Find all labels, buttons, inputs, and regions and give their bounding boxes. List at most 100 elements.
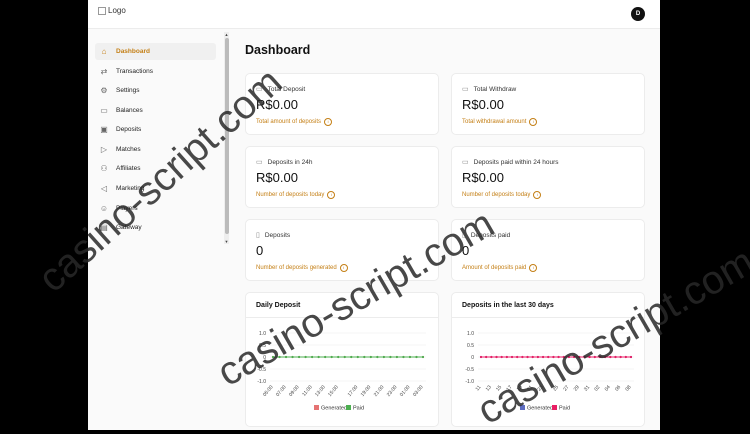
sidebar-item-label: Dashboard	[116, 48, 150, 55]
card-value: R$0.00	[256, 170, 298, 185]
info-icon[interactable]: i	[529, 118, 538, 126]
gear-icon: ⚙	[100, 86, 108, 95]
y-tick-label: 1.0	[259, 331, 266, 337]
data-point	[526, 355, 529, 359]
x-tick-label: 02	[593, 384, 601, 392]
scroll-down-icon[interactable]: ▼	[224, 239, 229, 244]
divider	[246, 317, 438, 318]
chart-title: Daily Deposit	[256, 302, 301, 309]
info-icon[interactable]: i	[533, 191, 542, 199]
sidebar-item-players[interactable]: ☺ Players	[95, 200, 216, 217]
data-point	[304, 355, 307, 359]
stat-card-deposits: ▯ Deposits 0 Number of deposits generated…	[245, 219, 439, 281]
y-tick-label: -0.5	[465, 367, 474, 373]
data-point	[593, 355, 596, 359]
data-point	[624, 355, 627, 359]
y-tick-label: -1.0	[465, 379, 474, 385]
sidebar-item-label: Gateway	[116, 224, 142, 231]
x-tick-label: 15:00	[327, 384, 340, 398]
sidebar-item-marketing[interactable]: ◁ Marketing	[95, 180, 216, 197]
x-tick-label: 21	[526, 384, 534, 392]
x-tick-label: 05:00	[262, 384, 275, 398]
stat-card-total-deposit: ▭ Total Deposit R$0.00 Total amount of de…	[245, 73, 439, 135]
legend-swatch	[346, 405, 351, 410]
y-tick-label: 0.5	[467, 343, 474, 349]
data-point	[531, 355, 534, 359]
data-point	[552, 355, 555, 359]
card-value: R$0.00	[462, 170, 504, 185]
transfer-icon: ⇄	[100, 67, 108, 76]
info-icon[interactable]: i	[324, 118, 333, 126]
logo[interactable]: Logo	[98, 6, 126, 15]
data-point	[583, 355, 586, 359]
data-point	[324, 355, 327, 359]
sidebar-scrollbar[interactable]: ▲ ▼	[224, 32, 229, 244]
sidebar-item-matches[interactable]: ▷ Matches	[95, 141, 216, 158]
y-tick-label: -1.0	[257, 379, 266, 385]
cash-icon: ▭	[462, 159, 469, 166]
sidebar-item-label: Players	[116, 205, 138, 212]
x-tick-label: 17	[505, 384, 513, 392]
data-point	[343, 355, 346, 359]
card-value: R$0.00	[462, 97, 504, 112]
card-subtitle: Number of deposits today	[256, 192, 325, 198]
y-tick-label: 1.0	[467, 331, 474, 337]
scroll-up-icon[interactable]: ▲	[224, 32, 229, 37]
sidebar-item-dashboard[interactable]: ⌂ Dashboard	[95, 43, 216, 60]
data-point	[271, 355, 275, 359]
avatar[interactable]: D	[631, 7, 645, 21]
x-tick-label: 17:00	[347, 384, 360, 398]
document-icon: ▯	[462, 232, 466, 239]
deposits-30-days-chart: 1.00.50-0.5-1.011 13 15 17 19 21 23 25 27 29 31 02 0…	[465, 331, 634, 412]
data-point	[516, 355, 519, 359]
data-point	[402, 355, 405, 359]
megaphone-icon: ◁	[100, 184, 108, 193]
stat-card-deposits-paid-24h: ▭ Deposits paid within 24 hours R$0.00 Nu…	[451, 146, 645, 208]
y-tick-label: 0.5	[259, 343, 266, 349]
daily-deposit-chart: 1.0 0.5 0 -0.5 -1.005:00 07:00 09:00 11:00 13:00…	[257, 331, 426, 412]
data-point	[479, 355, 483, 359]
x-tick-label: 11	[475, 384, 483, 392]
data-point	[578, 355, 581, 359]
data-point	[291, 355, 294, 359]
data-point	[278, 355, 281, 359]
data-point	[505, 355, 508, 359]
info-icon[interactable]: i	[529, 264, 538, 272]
card-label: Total Deposit	[267, 85, 306, 93]
data-point	[376, 355, 379, 359]
x-tick-label: 25	[552, 384, 560, 392]
x-tick-label: 03:00	[412, 384, 425, 398]
sidebar-item-affiliates[interactable]: ⚇ Affiliates	[95, 160, 216, 177]
cash-icon: ▭	[256, 86, 263, 93]
x-tick-label: 13:00	[314, 384, 327, 398]
data-point	[609, 355, 612, 359]
card-label: Deposits	[264, 231, 291, 239]
data-point	[415, 355, 418, 359]
x-tick-label: 31	[583, 384, 591, 392]
sidebar-item-deposits[interactable]: ▣ Deposits	[95, 121, 216, 138]
sidebar-item-balances[interactable]: ▭ Balances	[95, 102, 216, 119]
card-label: Deposits in 24h	[267, 158, 313, 166]
x-tick-label: 06	[614, 384, 622, 392]
x-tick-label: 11:00	[301, 384, 314, 397]
logo-alt-text: Logo	[108, 6, 126, 15]
x-tick-label: 19:00	[360, 384, 373, 398]
wallet-icon: ▭	[100, 106, 108, 115]
x-tick-label: 27	[562, 384, 570, 392]
scrollbar-thumb[interactable]	[224, 38, 229, 234]
data-point	[536, 355, 539, 359]
card-subtitle: Total withdrawal amount	[462, 119, 527, 125]
data-point	[389, 355, 392, 359]
sidebar-item-settings[interactable]: ⚙ Settings	[95, 82, 216, 99]
sidebar-item-transactions[interactable]: ⇄ Transactions	[95, 63, 216, 80]
sidebar-item-gateway[interactable]: ▤ Gateway	[95, 219, 216, 236]
x-tick-label: 21:00	[373, 384, 386, 398]
x-tick-label: 29	[573, 384, 581, 392]
box-icon: ▣	[100, 125, 108, 134]
info-icon[interactable]: i	[327, 191, 336, 199]
x-tick-label: 09:00	[288, 384, 301, 398]
data-point	[557, 355, 560, 359]
data-point	[495, 355, 498, 359]
info-icon[interactable]: i	[339, 264, 348, 272]
x-tick-label: 23	[536, 384, 544, 392]
